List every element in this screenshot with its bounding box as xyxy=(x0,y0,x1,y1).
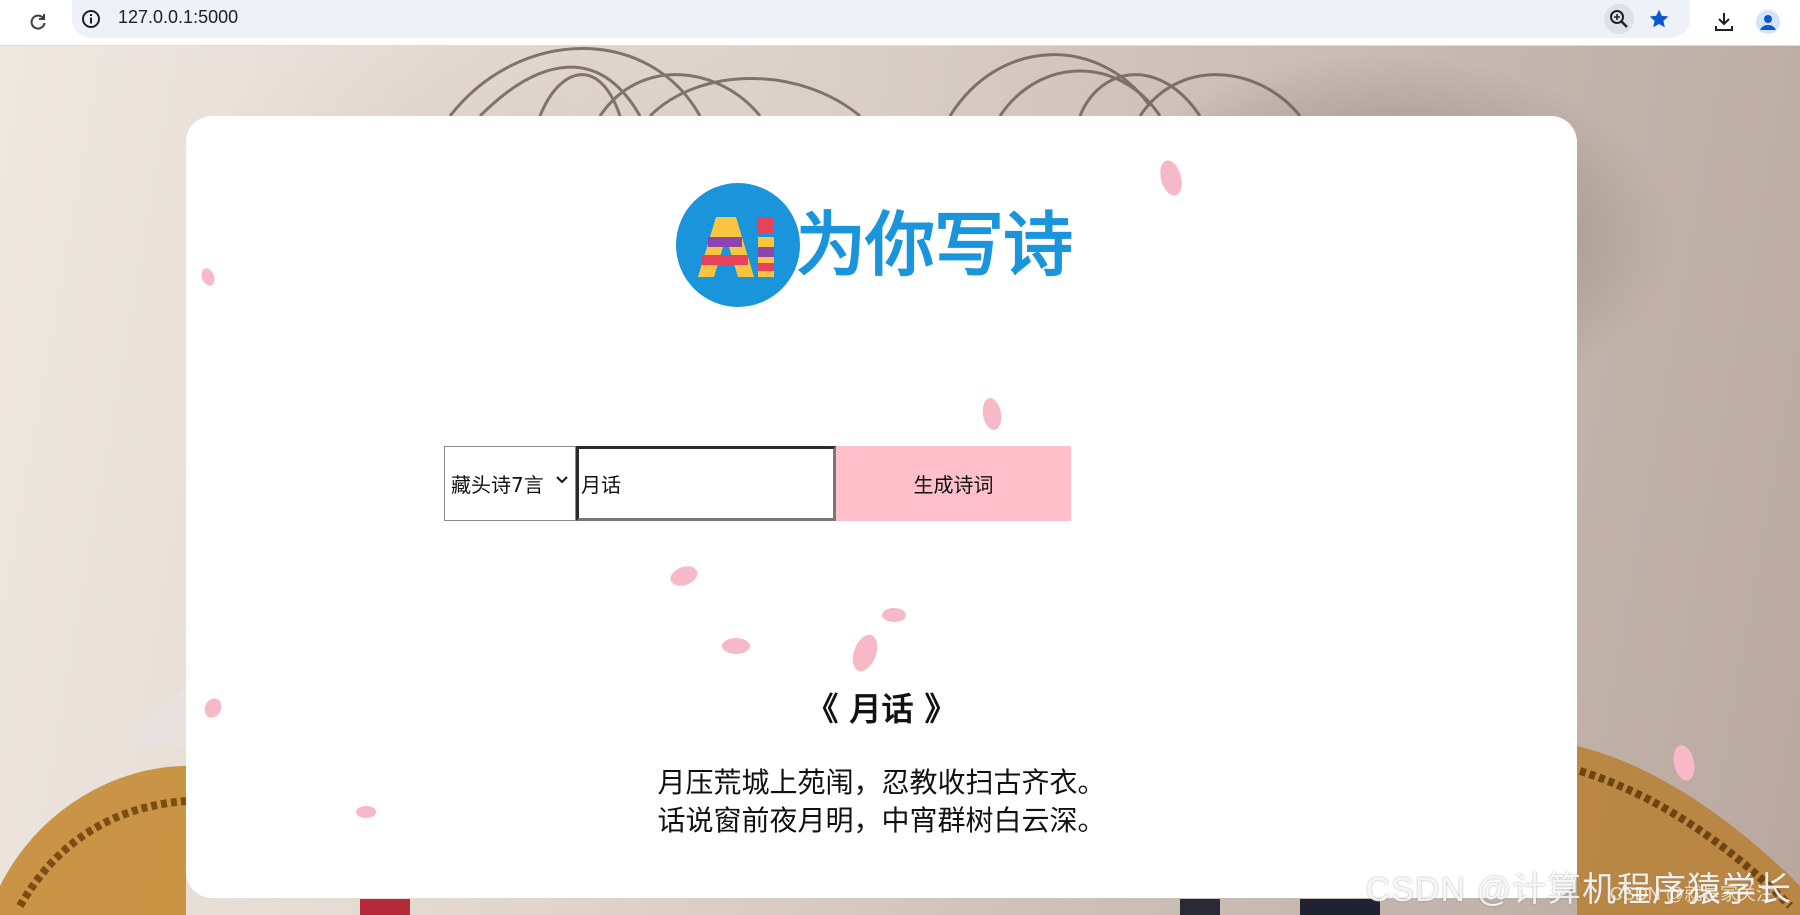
url-text[interactable]: 127.0.0.1:5000 xyxy=(118,7,238,28)
petal-icon xyxy=(982,398,1002,430)
generate-poem-button[interactable]: 生成诗词 xyxy=(836,446,1071,521)
petal-icon xyxy=(1160,160,1182,196)
bookmark-star-icon[interactable] xyxy=(1644,4,1674,34)
poem-form: 藏头诗7言 月话 生成诗词 xyxy=(444,446,1071,521)
petal-icon xyxy=(852,634,878,672)
poem-line: 话说窗前夜月明，中宵群树白云深。 xyxy=(657,804,1106,837)
browser-toolbar: 127.0.0.1:5000 xyxy=(0,0,1800,46)
poem-mode-value: 藏头诗7言 xyxy=(451,473,544,497)
petal-icon xyxy=(204,698,222,718)
petal-icon xyxy=(722,638,750,654)
zoom-icon[interactable] xyxy=(1604,4,1634,34)
profile-avatar-icon[interactable] xyxy=(1752,6,1784,38)
download-icon[interactable] xyxy=(1708,6,1740,38)
ai-badge-icon xyxy=(676,183,800,307)
reload-icon[interactable] xyxy=(22,6,54,38)
poem-body: 月压荒城上苑闱，忍教收扫古齐衣。 话说窗前夜月明，中宵群树白云深。 xyxy=(186,764,1577,840)
poem-title: 《 月话 》 xyxy=(806,690,957,728)
chevron-down-icon xyxy=(556,476,568,484)
app-title: 为你写诗 xyxy=(796,204,1073,286)
main-card: 为你写诗 藏头诗7言 月话 生成诗词 《 月话 》 月压荒城上苑闱，忍教收扫古齐… xyxy=(186,116,1577,898)
address-bar[interactable]: 127.0.0.1:5000 xyxy=(72,0,1690,38)
petal-icon xyxy=(670,566,698,586)
petal-icon xyxy=(1673,745,1695,781)
poem-mode-select[interactable]: 藏头诗7言 xyxy=(444,446,576,521)
watermark-sub: CSDN @就是家关注 xyxy=(1609,884,1774,904)
petal-icon xyxy=(882,608,906,622)
app-logo: 为你写诗 xyxy=(676,182,1073,308)
petal-icon xyxy=(201,268,215,286)
topic-input[interactable]: 月话 xyxy=(576,446,836,521)
site-info-icon[interactable] xyxy=(80,8,102,30)
petal-icon xyxy=(356,806,376,818)
poem-line: 月压荒城上苑闱，忍教收扫古齐衣。 xyxy=(657,766,1106,799)
